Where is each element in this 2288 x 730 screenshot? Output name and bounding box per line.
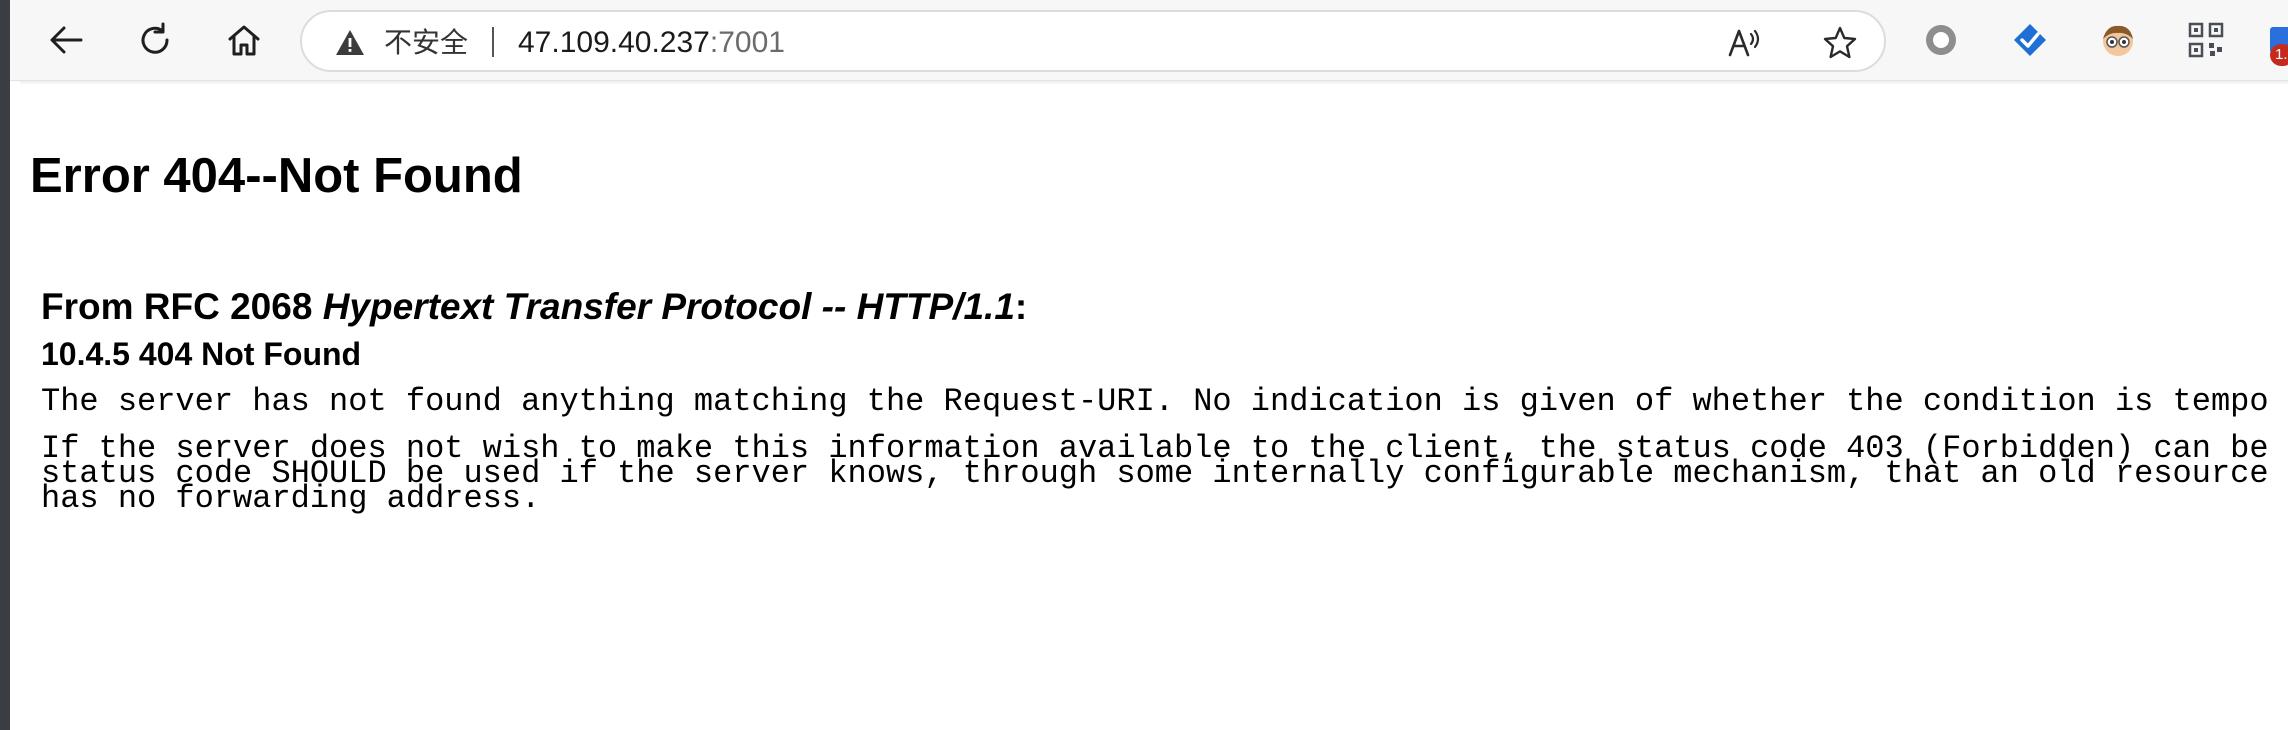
checkmark-extension-button[interactable] (2010, 20, 2050, 60)
rfc-suffix: : (1014, 286, 1028, 327)
back-button[interactable] (44, 18, 88, 62)
rfc-heading: From RFC 2068 Hypertext Transfer Protoco… (41, 286, 1027, 328)
avatar-extension-button[interactable] (2098, 20, 2138, 60)
qr-code-extension-icon (2188, 22, 2224, 58)
url-port: :7001 (709, 26, 785, 59)
read-aloud-button[interactable] (1726, 25, 1762, 61)
qr-code-extension-button[interactable] (2186, 20, 2226, 60)
window-edge (0, 0, 10, 730)
avatar-extension-icon (2103, 25, 2133, 56)
checkmark-extension-icon (2014, 24, 2046, 56)
circle-extension-icon (1926, 25, 1956, 55)
warning-icon[interactable] (334, 27, 366, 59)
favorite-button[interactable] (1822, 25, 1858, 61)
page-top-shadow (20, 81, 2288, 85)
url-host: 47.109.40.237 (518, 26, 710, 59)
section-heading: 10.4.5 404 Not Found (41, 336, 362, 372)
url-text[interactable]: 47.109.40.237:7001 (518, 25, 785, 61)
rfc-title: Hypertext Transfer Protocol -- HTTP/1.1 (322, 286, 1015, 327)
star-icon (1823, 26, 1857, 59)
home-button[interactable] (222, 18, 266, 62)
extension-badge: 1. (2270, 44, 2288, 66)
refresh-icon (141, 22, 169, 54)
read-aloud-icon (1728, 29, 1760, 57)
back-arrow-icon (50, 26, 83, 54)
rfc-prefix: From RFC 2068 (41, 286, 323, 327)
address-bar[interactable]: 不安全 47.109.40.237:7001 (300, 10, 1886, 72)
security-status-label[interactable]: 不安全 (384, 26, 468, 60)
home-icon (228, 25, 260, 56)
circle-extension-button[interactable] (1921, 20, 1961, 60)
refresh-button[interactable] (133, 18, 177, 62)
paragraph-2-line-3: has no forwarding address. (41, 480, 541, 517)
page-title: Error 404--Not Found (30, 149, 523, 203)
address-divider (492, 27, 494, 57)
paragraph-1: The server has not found anything matchi… (41, 383, 2269, 420)
